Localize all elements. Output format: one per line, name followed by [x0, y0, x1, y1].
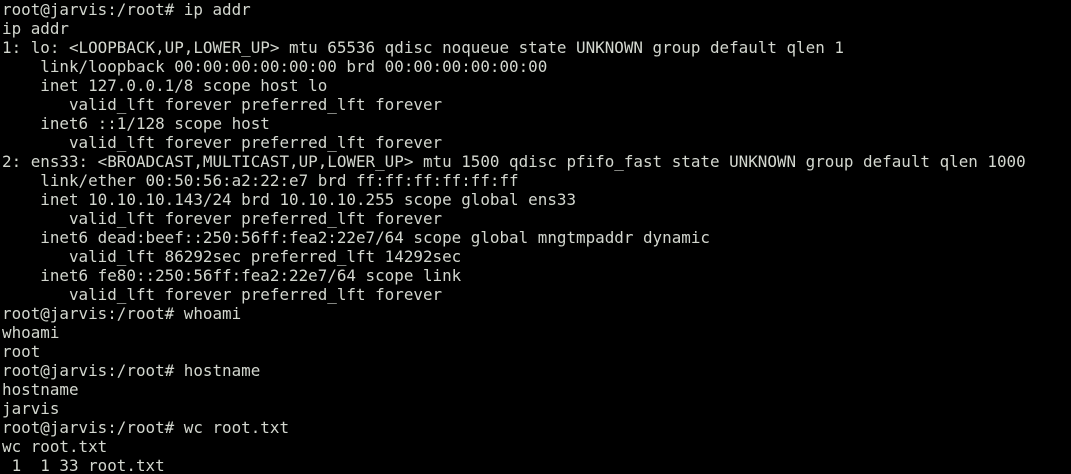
- output-line: inet 127.0.0.1/8 scope host lo: [2, 76, 328, 95]
- output-line: jarvis: [2, 399, 60, 418]
- output-line: valid_lft forever preferred_lft forever: [2, 285, 443, 304]
- output-line: root: [2, 342, 41, 361]
- output-line: 1 1 33 root.txt: [2, 456, 165, 474]
- output-line: valid_lft forever preferred_lft forever: [2, 209, 443, 228]
- output-line: link/loopback 00:00:00:00:00:00 brd 00:0…: [2, 57, 548, 76]
- prompt-line: root@jarvis:/root# ip addr: [2, 0, 251, 19]
- output-line: 1: lo: <LOOPBACK,UP,LOWER_UP> mtu 65536 …: [2, 38, 844, 57]
- echoed-command-line: hostname: [2, 380, 79, 399]
- prompt-line: root@jarvis:/root# whoami: [2, 304, 242, 323]
- terminal-output[interactable]: root@jarvis:/root# ip addr ip addr 1: lo…: [2, 0, 1071, 474]
- echoed-command-line: wc root.txt: [2, 437, 108, 456]
- output-line: valid_lft 86292sec preferred_lft 14292se…: [2, 247, 462, 266]
- echoed-command-line: whoami: [2, 323, 60, 342]
- echoed-command-line: ip addr: [2, 19, 69, 38]
- output-line: 2: ens33: <BROADCAST,MULTICAST,UP,LOWER_…: [2, 152, 1026, 171]
- prompt-line: root@jarvis:/root# wc root.txt: [2, 418, 290, 437]
- output-line: valid_lft forever preferred_lft forever: [2, 95, 443, 114]
- output-line: inet6 ::1/128 scope host: [2, 114, 270, 133]
- output-line: link/ether 00:50:56:a2:22:e7 brd ff:ff:f…: [2, 171, 519, 190]
- output-line: valid_lft forever preferred_lft forever: [2, 133, 443, 152]
- prompt-line: root@jarvis:/root# hostname: [2, 361, 261, 380]
- output-line: inet 10.10.10.143/24 brd 10.10.10.255 sc…: [2, 190, 577, 209]
- output-line: inet6 dead:beef::250:56ff:fea2:22e7/64 s…: [2, 228, 710, 247]
- output-line: inet6 fe80::250:56ff:fea2:22e7/64 scope …: [2, 266, 462, 285]
